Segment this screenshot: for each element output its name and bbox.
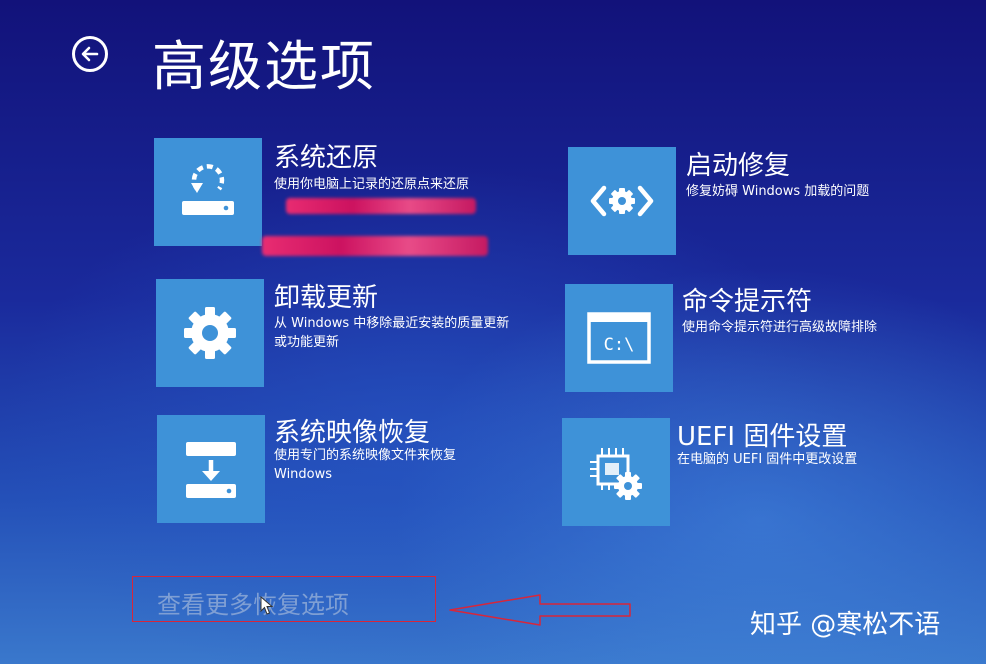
startup-repair-icon [590,185,654,217]
uefi-settings-title: UEFI 固件设置 [677,422,848,452]
system-restore-desc: 使用你电脑上记录的还原点来还原 [274,177,470,192]
system-restore-title: 系统还原 [274,143,379,173]
mouse-cursor-icon [260,596,274,615]
uninstall-updates-tile[interactable] [156,279,264,387]
system-image-icon [186,442,236,498]
system-image-recovery-tile[interactable] [157,415,265,523]
back-arrow-icon [81,46,99,62]
startup-repair-desc: 修复妨碍 Windows 加载的问题 [686,184,870,199]
annotation-arrow-icon [449,594,631,626]
gear-icon [184,307,236,359]
command-prompt-tile[interactable]: C:\ [565,284,673,392]
system-image-recovery-desc: 使用专门的系统映像文件来恢复 Windows [274,448,457,482]
svg-text:C:\: C:\ [604,335,635,355]
annotation-highlight-box [132,576,436,622]
uninstall-updates-desc: 从 Windows 中移除最近安装的质量更新或功能更新 [274,316,510,350]
command-prompt-title: 命令提示符 [682,287,813,317]
command-prompt-desc: 使用命令提示符进行高级故障排除 [682,320,878,335]
page-title: 高级选项 [152,35,376,98]
watermark: 知乎 @寒松不语 [750,610,941,640]
restore-icon [182,164,234,215]
startup-repair-title: 启动修复 [686,151,791,181]
system-restore-tile[interactable] [154,138,262,246]
uefi-settings-tile[interactable] [562,418,670,526]
command-prompt-icon: C:\ [587,312,651,364]
back-button[interactable] [72,36,108,72]
system-image-recovery-title: 系统映像恢复 [274,418,431,448]
uninstall-updates-title: 卸载更新 [274,283,379,313]
startup-repair-tile[interactable] [568,147,676,255]
uefi-settings-desc: 在电脑的 UEFI 固件中更改设置 [677,452,858,467]
redaction-mark [286,198,476,214]
uefi-chip-gear-icon [590,448,642,500]
redaction-mark [262,236,488,256]
